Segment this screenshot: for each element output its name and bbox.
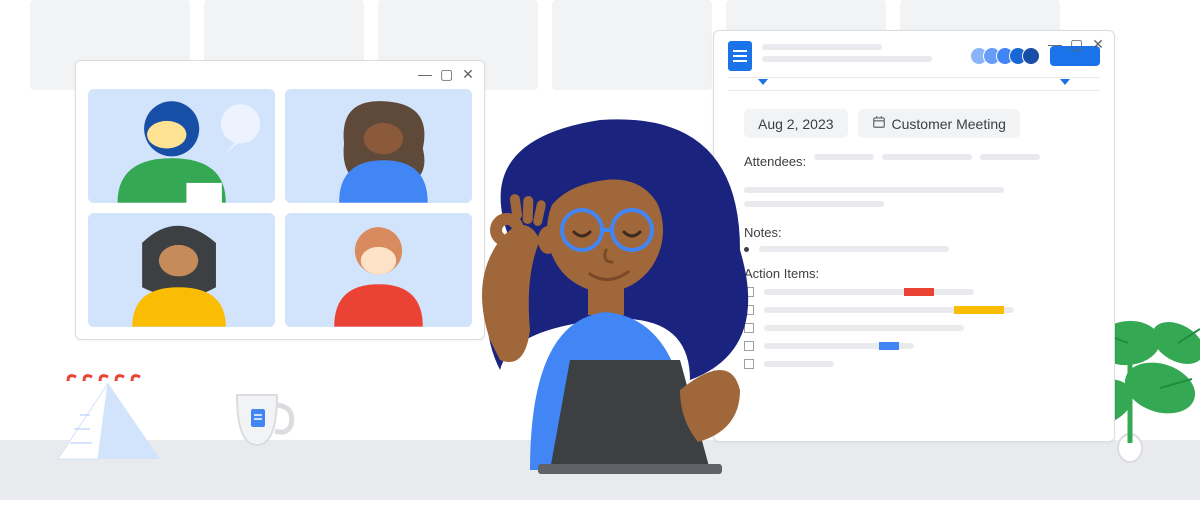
notes-bullet-row <box>744 246 1084 252</box>
collaborator-avatars <box>975 47 1040 65</box>
action-item <box>744 287 1084 297</box>
highlight-blue <box>879 342 899 350</box>
video-participant-1 <box>88 89 275 203</box>
maximize-icon[interactable]: ▢ <box>440 67 452 81</box>
calendar-icon <box>872 115 886 132</box>
docs-logo-icon <box>728 41 752 71</box>
doc-title-placeholder <box>762 44 965 68</box>
person-illustration <box>430 90 790 470</box>
close-icon[interactable]: ✕ <box>1092 37 1104 51</box>
window-controls: — ▢ ✕ <box>1048 37 1104 51</box>
action-item <box>744 359 1084 369</box>
minimize-icon[interactable]: — <box>1048 37 1060 51</box>
meeting-chip[interactable]: Customer Meeting <box>858 109 1020 138</box>
docs-ruler <box>728 77 1100 91</box>
action-item <box>744 341 1084 351</box>
close-icon[interactable]: ✕ <box>462 67 474 81</box>
mug <box>225 385 295 460</box>
video-grid <box>88 89 472 327</box>
window-controls: — ▢ ✕ <box>418 67 474 81</box>
video-call-window: — ▢ ✕ <box>75 60 485 340</box>
notes-label: Notes: <box>744 225 1084 240</box>
desk-calendar <box>50 373 170 468</box>
highlight-red <box>904 288 934 296</box>
meeting-chip-label: Customer Meeting <box>892 116 1006 132</box>
action-item <box>744 323 1084 333</box>
action-item <box>744 305 1084 315</box>
video-participant-3 <box>88 213 275 327</box>
action-items-label: Action Items: <box>744 266 1084 281</box>
minimize-icon[interactable]: — <box>418 67 430 81</box>
highlight-yellow <box>954 306 1004 314</box>
maximize-icon[interactable]: ▢ <box>1070 37 1082 51</box>
